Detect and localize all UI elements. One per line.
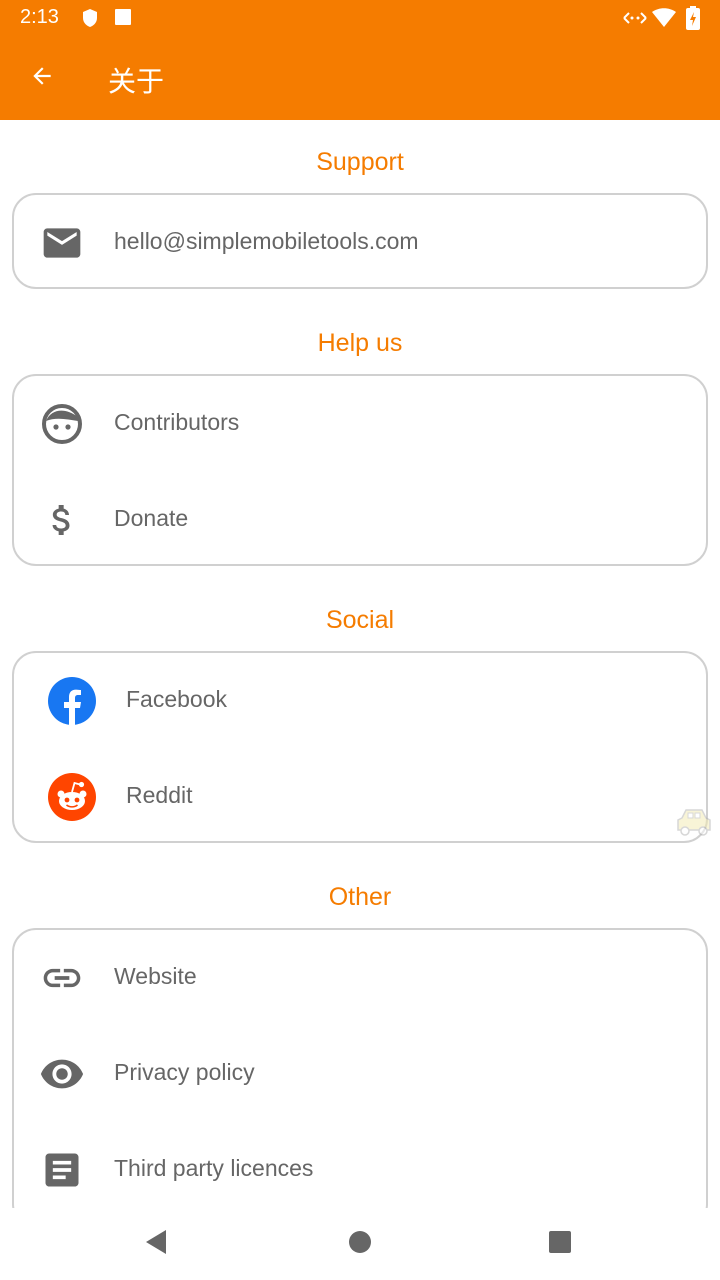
third-party-licences-label: Third party licences bbox=[114, 1155, 314, 1181]
website-row[interactable]: Website bbox=[14, 930, 706, 1026]
home-circle-icon bbox=[348, 1230, 372, 1259]
face-icon bbox=[38, 400, 86, 448]
wifi-icon bbox=[652, 8, 676, 33]
section-title-support: Support bbox=[316, 148, 404, 176]
status-time: 2:13 bbox=[20, 6, 59, 28]
data-transfer-icon bbox=[622, 10, 648, 31]
battery-charging-icon bbox=[686, 6, 700, 35]
privacy-policy-row[interactable]: Privacy policy bbox=[14, 1026, 706, 1122]
nav-home-button[interactable] bbox=[340, 1226, 380, 1262]
arrow-back-icon bbox=[29, 63, 55, 94]
shield-icon bbox=[82, 8, 98, 33]
help-card: Contributors Donate bbox=[12, 374, 708, 566]
toolbar: 关于 bbox=[0, 36, 720, 120]
back-button[interactable] bbox=[18, 54, 66, 102]
status-bar: 2:13 bbox=[0, 0, 720, 36]
recents-square-icon bbox=[548, 1230, 572, 1259]
donate-row[interactable]: Donate bbox=[14, 472, 706, 568]
floating-car-icon bbox=[676, 806, 712, 838]
nav-back-button[interactable] bbox=[136, 1226, 176, 1262]
section-title-social: Social bbox=[325, 606, 395, 634]
back-triangle-icon bbox=[144, 1229, 168, 1260]
privacy-policy-label: Privacy policy bbox=[114, 1059, 255, 1085]
page-title: 关于 bbox=[108, 66, 165, 97]
donate-label: Donate bbox=[114, 505, 189, 531]
reddit-row[interactable]: Reddit bbox=[14, 749, 706, 845]
facebook-icon bbox=[48, 677, 96, 725]
email-row[interactable]: hello@simplemobiletools.com bbox=[14, 195, 706, 291]
eye-icon bbox=[38, 1050, 86, 1098]
section-title-other: Other bbox=[328, 883, 392, 911]
square-icon bbox=[114, 8, 132, 31]
reddit-icon bbox=[48, 773, 96, 821]
document-icon bbox=[38, 1146, 86, 1194]
dollar-icon bbox=[38, 496, 86, 544]
nav-recents-button[interactable] bbox=[540, 1226, 580, 1262]
link-icon bbox=[38, 954, 86, 1002]
website-label: Website bbox=[114, 963, 197, 989]
facebook-row[interactable]: Facebook bbox=[14, 653, 706, 749]
contributors-row[interactable]: Contributors bbox=[14, 376, 706, 472]
section-title-help: Help us bbox=[317, 329, 403, 357]
support-card: hello@simplemobiletools.com bbox=[12, 193, 708, 289]
contributors-label: Contributors bbox=[114, 409, 240, 435]
system-nav-bar bbox=[0, 1208, 720, 1280]
other-card: Website Privacy policy Third party licen… bbox=[12, 928, 708, 1208]
reddit-label: Reddit bbox=[126, 782, 193, 808]
email-label: hello@simplemobiletools.com bbox=[114, 228, 419, 254]
facebook-label: Facebook bbox=[126, 686, 228, 712]
third-party-licences-row[interactable]: Third party licences bbox=[14, 1122, 706, 1208]
email-icon bbox=[38, 219, 86, 267]
about-content[interactable]: Support hello@simplemobiletools.com Help… bbox=[0, 120, 720, 1208]
social-card: Facebook Reddit bbox=[12, 651, 708, 843]
